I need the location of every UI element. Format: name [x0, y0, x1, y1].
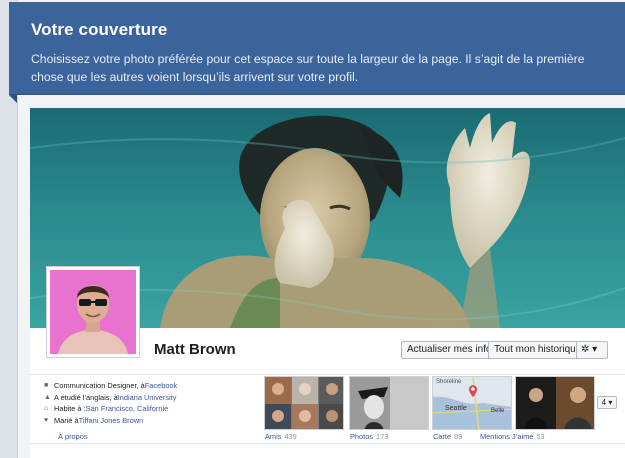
profile-picture[interactable]: [46, 266, 140, 358]
timeline-header-card: Matt Brown Actualiser mes infos Tout mon…: [30, 108, 625, 458]
likes-thumbnail[interactable]: [515, 376, 595, 430]
graduation-cap-icon: ▲: [44, 393, 51, 401]
info-row-education: ▲ A étudié l’anglais, à Indiana Universi…: [44, 392, 258, 404]
likes-count: 53: [536, 432, 545, 441]
info-row-relationship: ♥ Marié à Tiffani Jones Brown: [44, 415, 258, 427]
photos-count: 173: [376, 432, 389, 441]
friends-label: Amis: [265, 432, 282, 441]
education-link[interactable]: Indiana University: [118, 393, 177, 402]
friends-grid-image: [265, 377, 343, 429]
map-label: Carte: [433, 432, 452, 441]
likes-label: Mentions J’aime: [480, 432, 534, 441]
profile-info-list: ■ Communication Designer, à Facebook ▲ A…: [44, 380, 258, 426]
heart-icon: ♥: [44, 416, 49, 424]
info-row-work: ■ Communication Designer, à Facebook: [44, 380, 258, 392]
briefcase-icon: ■: [44, 382, 49, 390]
profile-name[interactable]: Matt Brown: [154, 341, 236, 358]
map-label-shoreline: Shoreline: [436, 379, 462, 385]
relationship-text: Marié à: [54, 415, 79, 425]
likes-preview-image: [516, 377, 594, 429]
banner-text-line1: Choisissez votre photo préférée pour cet…: [31, 52, 585, 66]
map-label-seattle: Seattle: [445, 405, 467, 412]
settings-gear-button[interactable]: ✲ ▾: [576, 341, 608, 359]
likes-section-link[interactable]: Mentions J’aime 53: [480, 432, 545, 441]
photos-thumbnail[interactable]: [349, 376, 429, 430]
banner-text-line2: chose que les autres voient lorsqu’ils a…: [31, 70, 359, 84]
header-divider: [30, 374, 625, 375]
banner-title: Votre couverture: [31, 20, 168, 39]
home-icon: ⌂: [44, 405, 49, 413]
work-text: Communication Designer, à: [54, 381, 145, 391]
activity-log-button[interactable]: Tout mon historique: [488, 341, 588, 359]
friends-section-link[interactable]: Amis 439: [265, 432, 297, 441]
relationship-link[interactable]: Tiffani Jones Brown: [79, 416, 144, 425]
friends-count: 439: [284, 432, 297, 441]
map-label-bellevue: Belle: [491, 408, 505, 414]
photos-label: Photos: [350, 432, 374, 441]
friends-thumbnail[interactable]: [264, 376, 344, 430]
about-link[interactable]: À propos: [58, 432, 88, 441]
info-row-location: ⌂ Habite à : San Francisco, Californie: [44, 403, 258, 415]
photos-section-link[interactable]: Photos 173: [350, 432, 388, 441]
avatar: [50, 270, 136, 354]
more-sections-dropdown[interactable]: 4 ▾: [597, 396, 617, 409]
banner-description: Choisissez votre photo préférée pour cet…: [31, 50, 615, 86]
cover-tooltip-banner: Votre couverture Choisissez votre photo …: [9, 2, 625, 95]
location-link[interactable]: San Francisco, Californie: [86, 404, 169, 413]
banner-tail: [9, 95, 17, 103]
bottom-divider: [30, 443, 625, 444]
location-text: Habite à :: [54, 404, 86, 414]
map-preview-image: Shoreline Seattle Belle: [433, 377, 511, 429]
photos-preview-image: [350, 377, 428, 429]
work-link[interactable]: Facebook: [145, 381, 177, 390]
map-thumbnail[interactable]: Shoreline Seattle Belle: [432, 376, 512, 430]
map-section-link[interactable]: Carte 89: [433, 432, 462, 441]
map-count: 89: [454, 432, 463, 441]
education-text: A étudié l’anglais, à: [54, 392, 118, 402]
